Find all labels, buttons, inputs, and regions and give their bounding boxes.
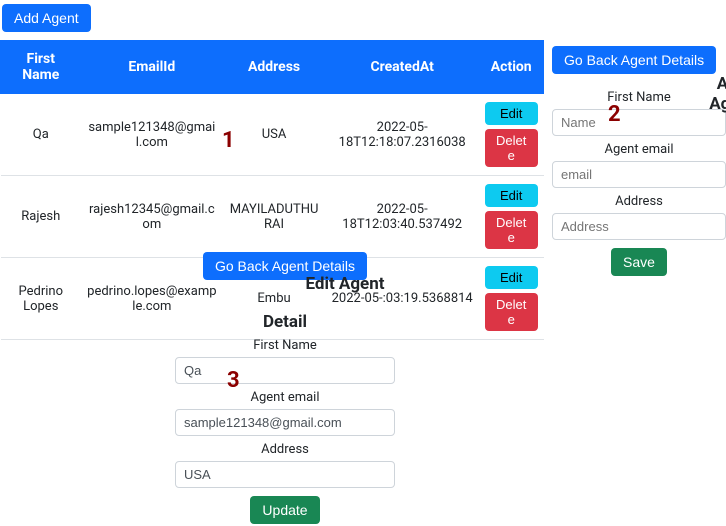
edit-button[interactable]: Edit (485, 102, 538, 125)
delete-button[interactable]: Delete (485, 129, 538, 167)
cell-first_name: Qa (1, 94, 82, 176)
add-email-label: Agent email (552, 142, 726, 157)
cell-created_at: 2022-05-18T12:18:07.2316038 (325, 94, 478, 176)
cell-email: rajesh12345@gmail.com (81, 176, 223, 258)
cell-address: MAYILADUTHURAI (223, 176, 326, 258)
table-row: Qasample121348@gmail.comUSA2022-05-18T12… (1, 94, 544, 176)
edit-first-name-label: First Name (175, 338, 395, 353)
col-address: Address (223, 41, 326, 94)
edit-agent-panel: Go Back Agent Details Edit Agent Detail … (175, 252, 395, 524)
col-first-name: First Name (1, 41, 82, 94)
edit-first-name-input[interactable] (175, 357, 395, 384)
add-first-name-input[interactable] (552, 109, 726, 136)
delete-button[interactable]: Delete (485, 293, 538, 331)
cell-created_at: 2022-05-18T12:03:40.537492 (325, 176, 478, 258)
add-address-label: Address (552, 194, 726, 209)
edit-email-input[interactable] (175, 409, 395, 436)
edit-address-input[interactable] (175, 461, 395, 488)
delete-button[interactable]: Delete (485, 211, 538, 249)
save-button[interactable]: Save (611, 248, 667, 276)
edit-agent-title-b: Edit Agent (305, 274, 385, 294)
edit-email-label: Agent email (175, 390, 395, 405)
add-first-name-label: First Name (552, 90, 726, 105)
add-address-input[interactable] (552, 213, 726, 240)
col-created-at: CreatedAt (325, 41, 478, 94)
edit-address-label: Address (175, 442, 395, 457)
go-back-button-add[interactable]: Go Back Agent Details (552, 46, 716, 74)
cell-address: USA (223, 94, 326, 176)
col-action: Action (479, 41, 544, 94)
add-agent-button[interactable]: Add Agent (2, 4, 91, 32)
table-row: Rajeshrajesh12345@gmail.comMAYILADUTHURA… (1, 176, 544, 258)
cell-action: Edit Delete (479, 258, 544, 340)
cell-first_name: Pedrino Lopes (1, 258, 82, 340)
cell-first_name: Rajesh (1, 176, 82, 258)
col-email: EmailId (81, 41, 223, 94)
cell-action: Edit Delete (479, 176, 544, 258)
add-email-input[interactable] (552, 161, 726, 188)
edit-agent-title-a: Detail (175, 312, 395, 332)
add-agent-panel: Go Back Agent Details Add Agent First Na… (544, 40, 726, 276)
cell-action: Edit Delete (479, 94, 544, 176)
add-agent-title: Add Agent (702, 74, 726, 114)
update-button[interactable]: Update (250, 496, 319, 524)
edit-button[interactable]: Edit (485, 266, 538, 289)
edit-button[interactable]: Edit (485, 184, 538, 207)
cell-email: sample121348@gmail.com (81, 94, 223, 176)
